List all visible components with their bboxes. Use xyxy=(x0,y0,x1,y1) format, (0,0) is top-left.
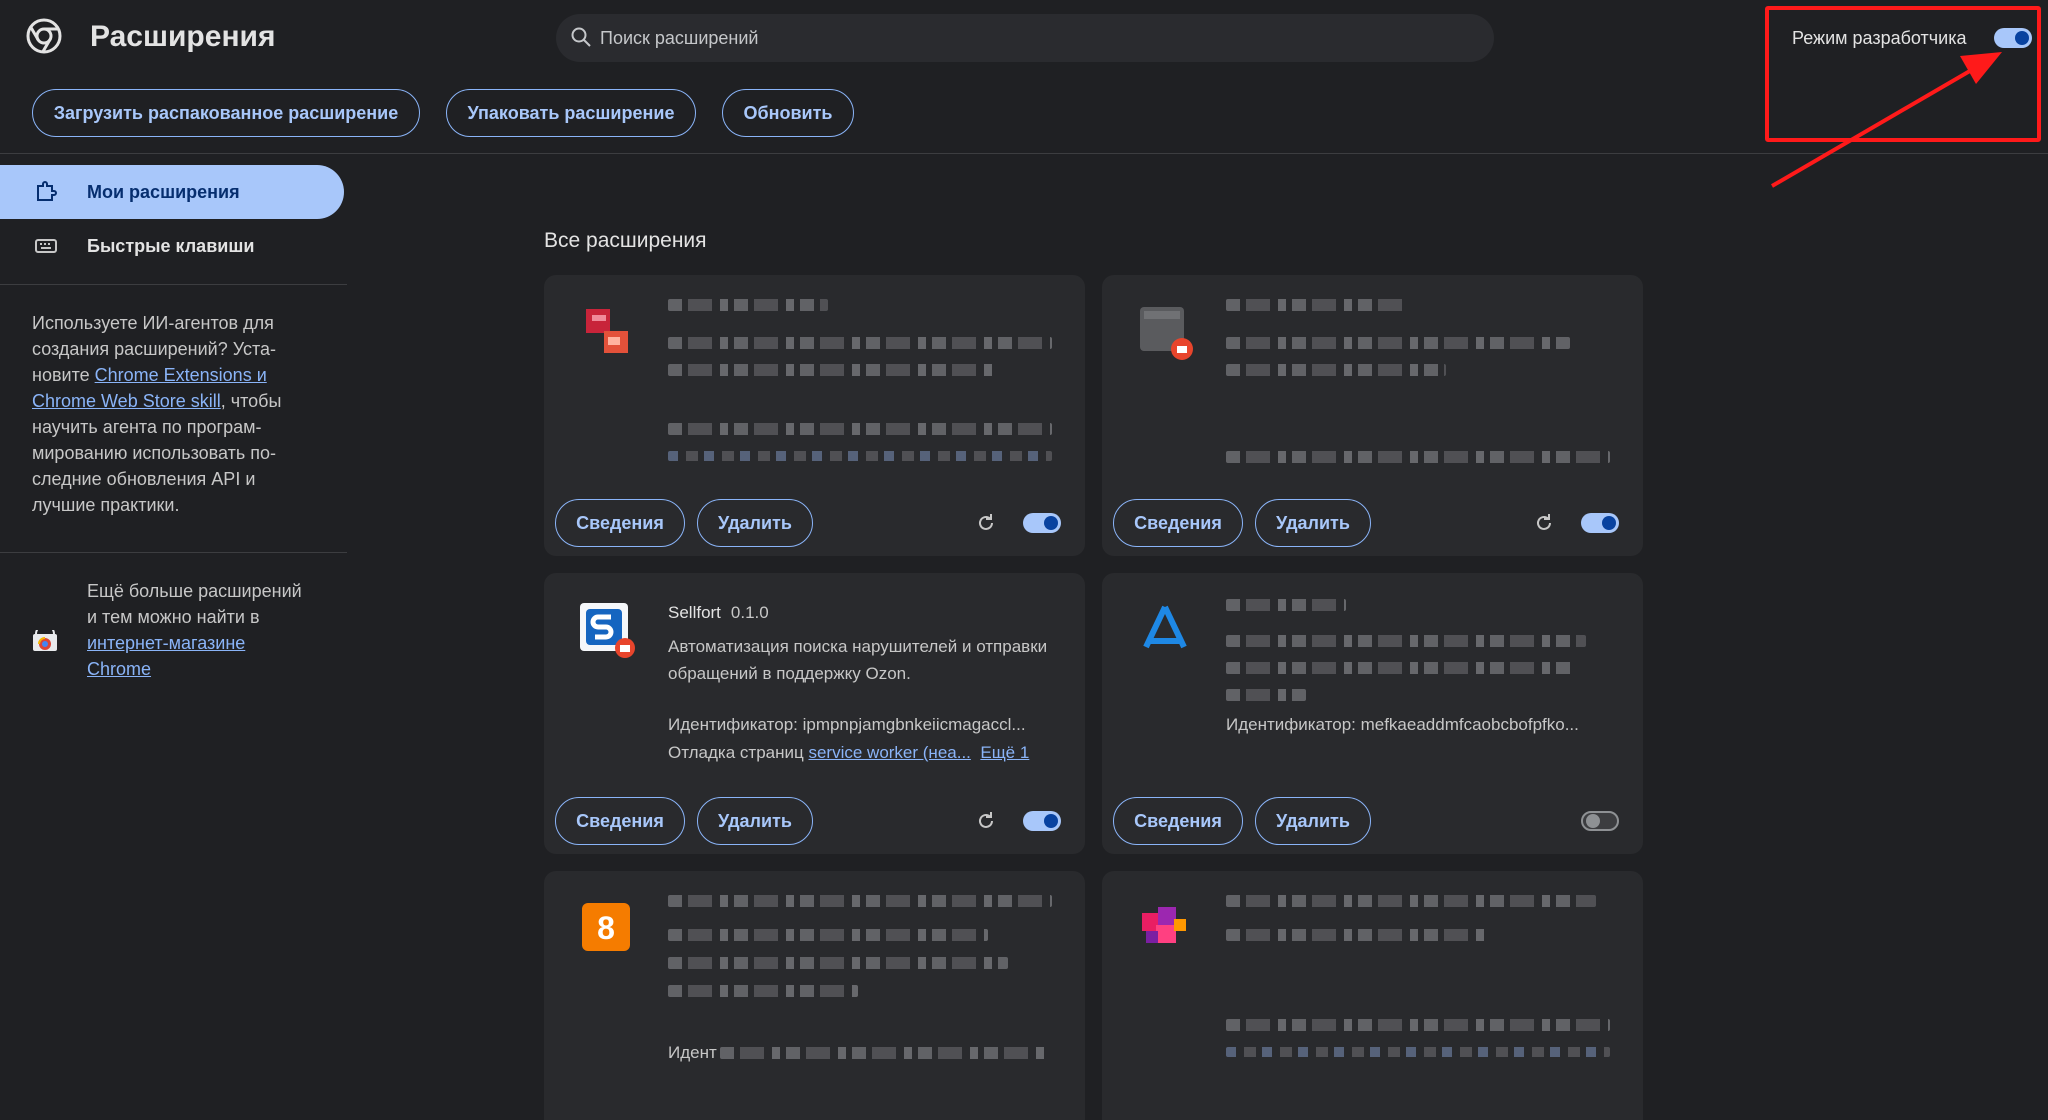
blurred-description xyxy=(1226,689,1306,701)
extension-icon xyxy=(1140,307,1193,360)
load-unpacked-button[interactable]: Загрузить распакованное расширение xyxy=(32,89,420,137)
extension-toggle[interactable] xyxy=(1581,513,1619,533)
debug-pages: Отладка страниц service worker (неа... Е… xyxy=(668,743,1060,763)
extension-card-sellfort: Sellfort 0.1.0 Автоматизация поиска наруш… xyxy=(544,573,1085,854)
remove-button[interactable]: Удалить xyxy=(1255,499,1371,547)
blurred-id xyxy=(720,1047,1050,1059)
reload-icon[interactable] xyxy=(975,512,997,534)
blurred-description xyxy=(1226,662,1576,674)
store-text: Ещё больше расширений и тем можно найти … xyxy=(87,581,302,627)
web-store-promo: Ещё больше расширений и тем можно найти … xyxy=(87,578,307,682)
extension-description: Автоматизация поиска нарушителей и отпра… xyxy=(668,637,1048,683)
blurred-name xyxy=(1226,895,1596,907)
details-button[interactable]: Сведения xyxy=(1113,797,1243,845)
svg-text:8: 8 xyxy=(597,910,615,946)
section-title: Все расширения xyxy=(544,229,707,252)
keyboard-icon xyxy=(35,239,57,253)
blurred-name xyxy=(1226,299,1406,311)
sidebar-divider xyxy=(0,284,347,285)
details-button[interactable]: Сведения xyxy=(555,797,685,845)
details-button[interactable]: Сведения xyxy=(555,499,685,547)
web-store-icon xyxy=(33,630,57,651)
extension-icon xyxy=(1143,605,1187,649)
blurred-description xyxy=(1226,337,1570,349)
blurred-debug xyxy=(668,451,1052,461)
header-divider xyxy=(0,153,2048,154)
extension-icon xyxy=(1142,907,1186,943)
extension-card: 8 Идент xyxy=(544,871,1085,1120)
blurred-description xyxy=(668,364,998,376)
ai-agents-promo: Используете ИИ-агентов для создания расш… xyxy=(32,310,322,518)
reload-icon[interactable] xyxy=(1533,512,1555,534)
toggle-knob xyxy=(1044,516,1058,530)
sidebar-divider-2 xyxy=(0,552,347,553)
extension-icon xyxy=(586,309,628,353)
remove-button[interactable]: Удалить xyxy=(697,499,813,547)
search-bar[interactable] xyxy=(556,14,1494,62)
blurred-description xyxy=(668,957,1008,969)
blurred-description xyxy=(668,337,1052,349)
toggle-knob xyxy=(1586,814,1600,828)
sellfort-icon xyxy=(580,603,635,658)
chrome-logo-icon xyxy=(26,18,62,54)
extension-card: Сведения Удалить xyxy=(1102,275,1643,556)
extension-card xyxy=(1102,871,1643,1120)
web-store-link[interactable]: интернет-магазине Chrome xyxy=(87,633,245,679)
blurred-id xyxy=(1226,1019,1610,1031)
extension-id: Идентификатор: mefkaeaddmfcaobcbofpfko..… xyxy=(1226,715,1579,734)
details-button[interactable]: Сведения xyxy=(1113,499,1243,547)
search-input[interactable] xyxy=(600,14,1460,62)
remove-button[interactable]: Удалить xyxy=(1255,797,1371,845)
toggle-knob xyxy=(1602,516,1616,530)
header: Расширения Режим разработчика xyxy=(0,0,2048,142)
extensions-page: Расширения Режим разработчика Загрузить … xyxy=(0,0,2048,1120)
extension-card: Идентификатор: mefkaeaddmfcaobcbofpfko..… xyxy=(1102,573,1643,854)
service-worker-link[interactable]: service worker (неа... xyxy=(808,743,970,762)
pack-extension-button[interactable]: Упаковать расширение xyxy=(446,89,696,137)
sidebar-item-label: Быстрые клавиши xyxy=(87,235,255,256)
extension-name-line: Sellfort 0.1.0 xyxy=(668,603,769,623)
extension-card: Сведения Удалить xyxy=(544,275,1085,556)
extension-version: 0.1.0 xyxy=(730,603,769,622)
sidebar-item-label: Мои расширения xyxy=(87,181,240,202)
extension-id-partial: Идент xyxy=(668,1043,717,1062)
sidebar-item-my-extensions[interactable]: Мои расширения xyxy=(0,165,344,219)
extension-id: Идентификатор: ipmpnpjamgbnkeiicmagaccl.… xyxy=(668,715,1026,734)
extension-icon: 8 xyxy=(582,903,630,951)
sidebar-item-shortcuts[interactable]: Быстрые клавиши xyxy=(0,219,344,273)
extension-toggle[interactable] xyxy=(1023,811,1061,831)
remove-button[interactable]: Удалить xyxy=(697,797,813,845)
extension-toggle[interactable] xyxy=(1581,811,1619,831)
reload-icon[interactable] xyxy=(975,810,997,832)
blurred-description xyxy=(1226,364,1446,376)
extension-toggle[interactable] xyxy=(1023,513,1061,533)
debug-label: Отладка страниц xyxy=(668,743,809,762)
toggle-knob xyxy=(1044,814,1058,828)
blurred-id xyxy=(668,423,1052,435)
page-title: Расширения xyxy=(90,20,276,53)
blurred-description xyxy=(668,929,988,941)
blurred-debug xyxy=(1226,451,1610,463)
puzzle-icon xyxy=(37,181,57,201)
blurred-name xyxy=(668,299,828,311)
blurred-debug xyxy=(1226,1047,1610,1057)
blurred-name xyxy=(1226,599,1346,611)
more-link[interactable]: Ещё 1 xyxy=(980,743,1029,762)
blurred-description xyxy=(668,985,858,997)
annotation-highlight-box xyxy=(1765,6,2041,142)
search-icon xyxy=(571,27,591,47)
blurred-description xyxy=(1226,635,1586,647)
blurred-name xyxy=(668,895,1052,907)
extension-name: Sellfort xyxy=(668,603,721,622)
update-button[interactable]: Обновить xyxy=(722,89,854,137)
blurred-description xyxy=(1226,929,1486,941)
